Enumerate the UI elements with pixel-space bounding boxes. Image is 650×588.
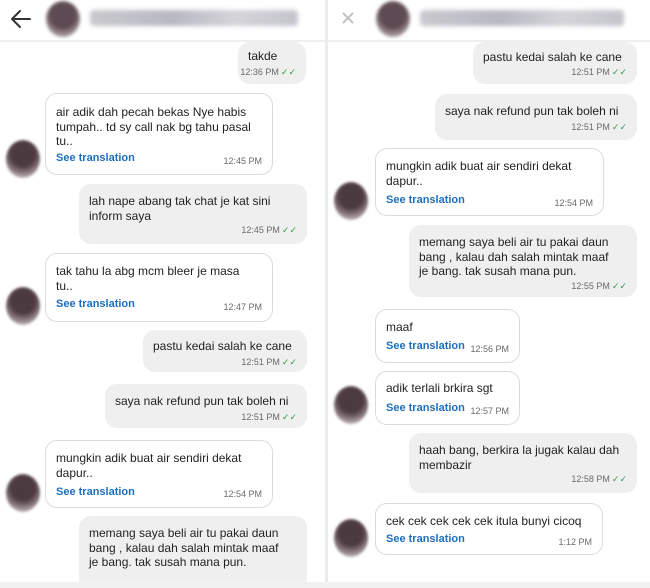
message-text: saya nak refund pun tak boleh ni (445, 104, 619, 118)
message-time: 12:45 PM (223, 156, 262, 166)
double-check-icon: ✓✓ (611, 67, 627, 77)
message-text: maaf (386, 320, 413, 334)
chat-header (328, 0, 650, 40)
contact-name-blurred (420, 10, 624, 26)
message-outgoing[interactable]: memang saya beli air tu pakai daun bang … (79, 516, 307, 588)
sender-avatar[interactable] (6, 474, 40, 512)
sender-avatar[interactable] (334, 182, 368, 220)
message-text: memang saya beli air tu pakai daun bang … (419, 235, 609, 278)
message-outgoing[interactable]: takde 12:36 PM ✓✓ (238, 42, 306, 84)
arrow-left-icon[interactable] (340, 10, 356, 26)
double-check-icon: ✓✓ (281, 357, 297, 367)
double-check-icon: ✓✓ (281, 412, 297, 422)
message-time: 12:47 PM (223, 302, 262, 312)
double-check-icon: ✓✓ (611, 474, 627, 484)
see-translation-link[interactable]: See translation (386, 533, 465, 545)
message-time: 1:12 PM (558, 537, 592, 547)
message-outgoing[interactable]: pastu kedai salah ke cane 12:51 PM ✓✓ (143, 330, 307, 372)
message-time: 12:51 PM ✓✓ (241, 357, 297, 367)
see-translation-link[interactable]: See translation (56, 486, 135, 498)
see-translation-link[interactable]: See translation (386, 194, 465, 206)
message-text: takde (248, 49, 278, 63)
see-translation-link[interactable]: See translation (386, 340, 465, 352)
see-translation-link[interactable]: See translation (56, 152, 135, 164)
sender-avatar[interactable] (6, 287, 40, 325)
message-incoming[interactable]: maaf See translation 12:56 PM (375, 309, 520, 363)
double-check-icon: ✓✓ (611, 281, 627, 291)
message-time: 12:56 PM (470, 344, 509, 354)
message-incoming[interactable]: mungkin adik buat air sendiri dekat dapu… (375, 148, 604, 216)
double-check-icon: ✓✓ (611, 122, 627, 132)
sender-avatar[interactable] (334, 386, 368, 424)
message-time: 12:36 PM ✓✓ (240, 67, 296, 77)
message-incoming[interactable]: adik terlali brkira sgt See translation … (375, 371, 520, 425)
message-outgoing[interactable]: pastu kedai salah ke cane 12:51 PM ✓✓ (473, 42, 637, 84)
message-time: 12:45 PM ✓✓ (241, 225, 297, 235)
message-incoming[interactable]: tak tahu la abg mcm bleer je masa tu.. S… (45, 253, 273, 322)
message-text: air adik dah pecah bekas Nye habis tumpa… (56, 105, 251, 148)
contact-name-blurred (90, 10, 298, 26)
message-outgoing[interactable]: saya nak refund pun tak boleh ni 12:51 P… (435, 94, 637, 140)
chat-panel-left: takde 12:36 PM ✓✓ air adik dah pecah beka… (0, 0, 325, 588)
message-incoming[interactable]: mungkin adik buat air sendiri dekat dapu… (45, 440, 273, 508)
message-time: 12:51 PM ✓✓ (241, 412, 297, 422)
message-incoming[interactable]: air adik dah pecah bekas Nye habis tumpa… (45, 93, 273, 175)
message-text: tak tahu la abg mcm bleer je masa tu.. (56, 264, 240, 293)
message-text: lah nape abang tak chat je kat sini info… (89, 194, 271, 223)
message-time: 12:57 PM (470, 406, 509, 416)
message-text: saya nak refund pun tak boleh ni (115, 394, 289, 408)
sender-avatar[interactable] (334, 519, 368, 557)
message-incoming[interactable]: cek cek cek cek cek itula bunyi cicoq Se… (375, 503, 603, 555)
message-time: 12:55 PM ✓✓ (571, 281, 627, 291)
message-time: 12:58 PM ✓✓ (571, 474, 627, 484)
message-text: memang saya beli air tu pakai daun bang … (89, 526, 279, 569)
message-outgoing[interactable]: memang saya beli air tu pakai daun bang … (409, 225, 637, 297)
sender-avatar[interactable] (6, 140, 40, 178)
double-check-icon: ✓✓ (280, 67, 296, 77)
message-time: 12:51 PM ✓✓ (571, 122, 627, 132)
arrow-left-icon[interactable] (10, 9, 32, 29)
chat-panel-right: pastu kedai salah ke cane 12:51 PM ✓✓ say… (328, 0, 650, 588)
message-text: mungkin adik buat air sendiri dekat dapu… (56, 451, 242, 480)
message-text: adik terlali brkira sgt (386, 381, 493, 395)
chat-header (0, 0, 325, 40)
message-outgoing[interactable]: lah nape abang tak chat je kat sini info… (79, 184, 307, 244)
message-time: 12:54 PM (223, 489, 262, 499)
contact-avatar[interactable] (46, 1, 80, 37)
message-text: haah bang, berkira la jugak kalau dah me… (419, 443, 620, 472)
see-translation-link[interactable]: See translation (386, 402, 465, 414)
message-time: 12:51 PM ✓✓ (571, 67, 627, 77)
bottom-bar (0, 582, 650, 588)
contact-avatar[interactable] (376, 1, 410, 37)
message-outgoing[interactable]: haah bang, berkira la jugak kalau dah me… (409, 433, 637, 493)
message-time: 12:54 PM (554, 198, 593, 208)
message-text: pastu kedai salah ke cane (153, 339, 292, 353)
message-outgoing[interactable]: saya nak refund pun tak boleh ni 12:51 P… (105, 384, 307, 428)
message-text: pastu kedai salah ke cane (483, 50, 622, 64)
message-text: cek cek cek cek cek itula bunyi cicoq (386, 514, 582, 528)
double-check-icon: ✓✓ (281, 225, 297, 235)
see-translation-link[interactable]: See translation (56, 298, 135, 310)
message-text: mungkin adik buat air sendiri dekat dapu… (386, 159, 572, 188)
